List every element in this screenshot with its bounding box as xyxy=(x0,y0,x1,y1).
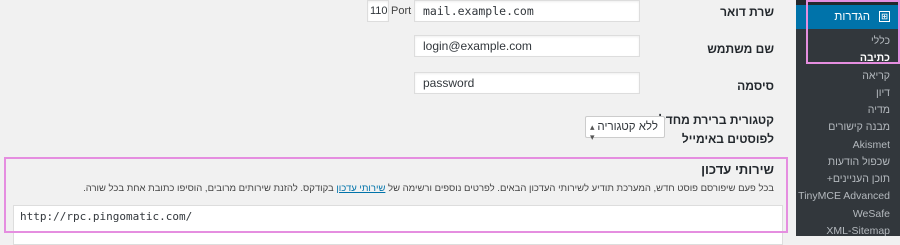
default-category-value: ללא קטגוריה xyxy=(597,121,658,133)
sidebar-settings-label: הגדרות xyxy=(834,11,870,23)
port-input[interactable]: 110 xyxy=(367,0,389,22)
password-input[interactable]: password xyxy=(414,72,640,94)
settings-submenu: כללי כתיבה קריאה דיון מדיה מבנה קישורים … xyxy=(796,29,900,237)
select-arrows-icon: ▴ ▾ xyxy=(590,122,595,142)
sidebar-item-duplicate-post[interactable]: שכפול הודעות xyxy=(828,156,890,168)
mail-server-label: שרת דואר xyxy=(720,5,774,19)
sidebar-item-xml-sitemap[interactable]: XML-Sitemap xyxy=(826,225,890,237)
password-label: סיסמה xyxy=(737,79,774,93)
update-services-title: שירותי עדכון xyxy=(701,162,774,177)
sidebar-item-akismet[interactable]: Akismet xyxy=(853,139,890,151)
update-services-desc-before: בכל פעם שיפורסם פוסט חדש, המערכת תודיע ל… xyxy=(388,183,774,194)
update-services-link[interactable]: שירותי עדכון xyxy=(336,183,385,194)
sidebar-item-discussion[interactable]: דיון xyxy=(876,87,890,99)
update-services-textarea[interactable]: http://rpc.pingomatic.com/ xyxy=(13,205,783,245)
sidebar-item-media[interactable]: מדיה xyxy=(868,104,890,116)
sidebar-item-writing[interactable]: כתיבה xyxy=(860,52,890,64)
sidebar-item-general[interactable]: כללי xyxy=(871,35,890,47)
sidebar-item-reading[interactable]: קריאה xyxy=(862,70,890,82)
sidebar-item-wesafe[interactable]: WeSafe xyxy=(853,208,890,220)
sidebar-item-toc-plus[interactable]: תוכן העניינים+ xyxy=(827,173,890,185)
username-input[interactable]: login@example.com xyxy=(414,35,640,57)
admin-sidebar: ⊞ הגדרות כללי כתיבה קריאה דיון מדיה מבנה… xyxy=(790,0,900,237)
port-label: Port xyxy=(391,5,412,17)
update-services-desc-after: בקודקס. להזנת שירותים מרובים, הוסיפו כתו… xyxy=(83,183,334,194)
sidebar-item-tinymce-advanced[interactable]: TinyMCE Advanced xyxy=(798,190,890,202)
default-category-select[interactable]: ללא קטגוריה ▴ ▾ xyxy=(585,116,665,142)
username-label: שם משתמש xyxy=(707,42,774,56)
update-services-description: בכל פעם שיפורסם פוסט חדש, המערכת תודיע ל… xyxy=(83,183,774,194)
current-menu-arrow-icon xyxy=(790,11,796,23)
settings-main: שרת דואר mail.example.com Port 110 שם מש… xyxy=(0,0,796,245)
settings-icon: ⊞ xyxy=(879,11,890,22)
mail-server-input[interactable]: mail.example.com xyxy=(414,0,640,22)
sidebar-item-permalinks[interactable]: מבנה קישורים xyxy=(828,121,890,133)
sidebar-item-settings[interactable]: ⊞ הגדרות xyxy=(790,5,900,29)
